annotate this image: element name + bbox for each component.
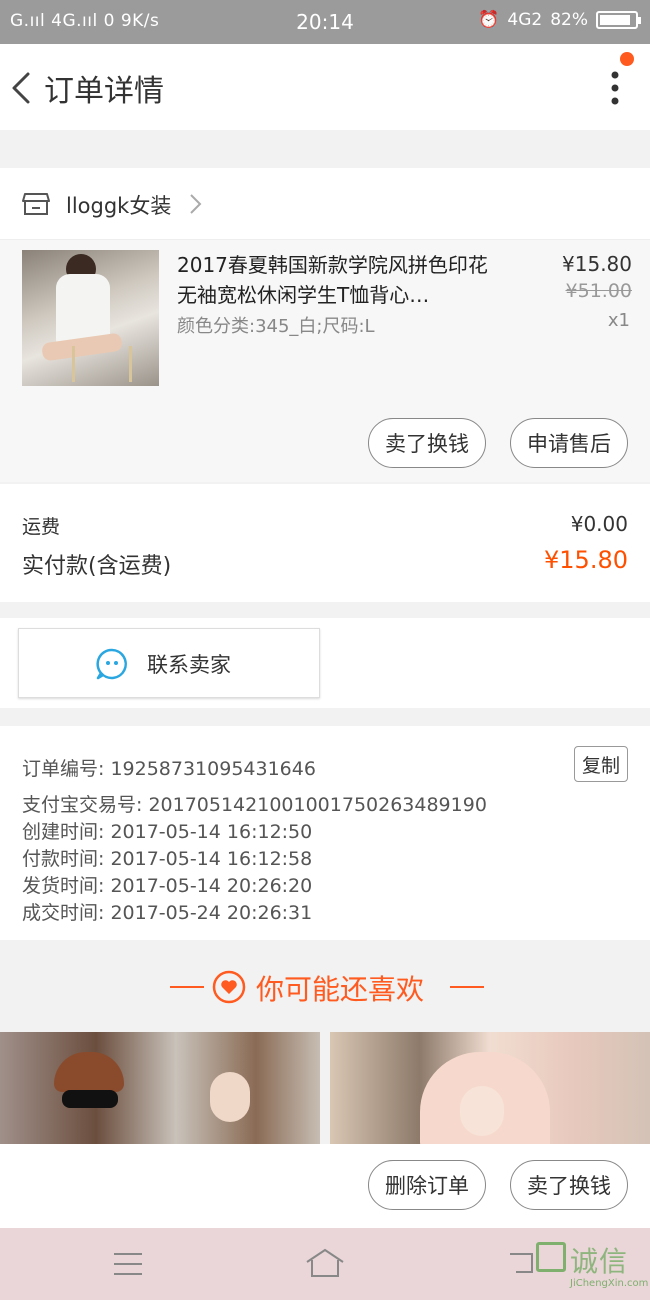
page-title: 订单详情: [44, 74, 164, 109]
chat-bubble-icon: [96, 648, 127, 680]
top-nav-bar: 订单详情: [0, 44, 650, 130]
recommend-header: 你可能还喜欢: [0, 940, 650, 1032]
menu-icon[interactable]: [112, 1250, 144, 1278]
shop-row[interactable]: lloggk女装: [0, 168, 650, 240]
status-bar: G.ııl 4G.ııl 0 9K/s 20:14 ⏰ 4G2 82%: [0, 0, 650, 44]
rec1-beret: [54, 1052, 124, 1092]
more-options-icon[interactable]: [610, 70, 620, 106]
rec1-sunglasses: [62, 1090, 118, 1108]
shipping-value: ¥0.00: [570, 512, 628, 536]
shipped-time: 发货时间: 2017-05-14 20:26:20: [22, 875, 313, 897]
rec2-model-face: [460, 1086, 504, 1136]
product-quantity: x1: [607, 310, 630, 331]
chevron-right-icon: [190, 194, 202, 214]
alarm-icon: ⏰: [478, 10, 500, 30]
watermark-text: 诚信: [570, 1245, 629, 1278]
watermark-logo: 诚信 JiChengXin.com: [534, 1238, 650, 1296]
product-original-price: ¥51.00: [565, 280, 632, 302]
shop-name: lloggk女装: [66, 194, 172, 218]
battery-percent: 82%: [550, 10, 588, 30]
contact-seller-label: 联系卖家: [147, 653, 231, 677]
product-image-figure-top: [56, 274, 110, 344]
product-image-chair: [72, 346, 132, 382]
system-navigation-bar: 诚信 JiChengXin.com: [0, 1228, 650, 1300]
delete-order-button[interactable]: 删除订单: [368, 1160, 486, 1210]
request-after-sale-button[interactable]: 申请售后: [510, 418, 628, 468]
paid-label: 实付款(含运费): [22, 554, 172, 579]
product-image[interactable]: [22, 250, 159, 386]
order-info: 订单编号: 19258731095431646 支付宝交易号: 20170514…: [0, 726, 650, 940]
divider-line-right: [450, 986, 484, 988]
shipping-label: 运费: [22, 516, 61, 538]
copy-order-number-button[interactable]: 复制: [574, 746, 628, 782]
order-number: 订单编号: 19258731095431646: [22, 758, 316, 780]
back-arrow-icon[interactable]: [8, 68, 38, 108]
alipay-transaction-number: 支付宝交易号: 2017051421001001750263489190: [22, 794, 487, 816]
sell-for-cash-button[interactable]: 卖了换钱: [368, 418, 486, 468]
home-icon[interactable]: [304, 1246, 346, 1280]
product-item[interactable]: 2017春夏韩国新款学院风拼色印花无袖宽松休闲学生T恤背心… 颜色分类:345_…: [0, 240, 650, 482]
rec1-second-model: [210, 1072, 250, 1122]
watermark-box-icon: [536, 1242, 566, 1272]
created-time: 创建时间: 2017-05-14 16:12:50: [22, 821, 313, 843]
store-icon: [22, 193, 50, 215]
heart-icon: [212, 970, 246, 1004]
sell-for-cash-bottom-button[interactable]: 卖了换钱: [510, 1160, 628, 1210]
completed-time: 成交时间: 2017-05-24 20:26:31: [22, 902, 313, 924]
paid-value: ¥15.80: [544, 546, 628, 574]
watermark-subtext: JiChengXin.com: [570, 1278, 649, 1289]
product-sku: 颜色分类:345_白;尺码:L: [177, 316, 375, 337]
recommended-product-1[interactable]: [0, 1032, 320, 1144]
contact-section: 联系卖家: [0, 618, 650, 708]
battery-icon: [596, 11, 641, 29]
network-indicator: 4G2: [507, 10, 543, 30]
product-price: ¥15.80: [562, 252, 632, 276]
contact-seller-button[interactable]: 联系卖家: [18, 628, 320, 698]
payment-summary: 运费 ¥0.00 实付款(含运费) ¥15.80: [0, 484, 650, 602]
product-title: 2017春夏韩国新款学院风拼色印花无袖宽松休闲学生T恤背心…: [177, 253, 488, 307]
paid-time: 付款时间: 2017-05-14 16:12:58: [22, 848, 313, 870]
divider-line-left: [170, 986, 204, 988]
recommend-title: 你可能还喜欢: [256, 973, 425, 1006]
status-right: ⏰ 4G2 82%: [478, 10, 641, 30]
notification-dot: [620, 52, 634, 66]
order-action-bar: 删除订单 卖了换钱: [0, 1144, 650, 1228]
recommended-product-2[interactable]: [330, 1032, 650, 1144]
